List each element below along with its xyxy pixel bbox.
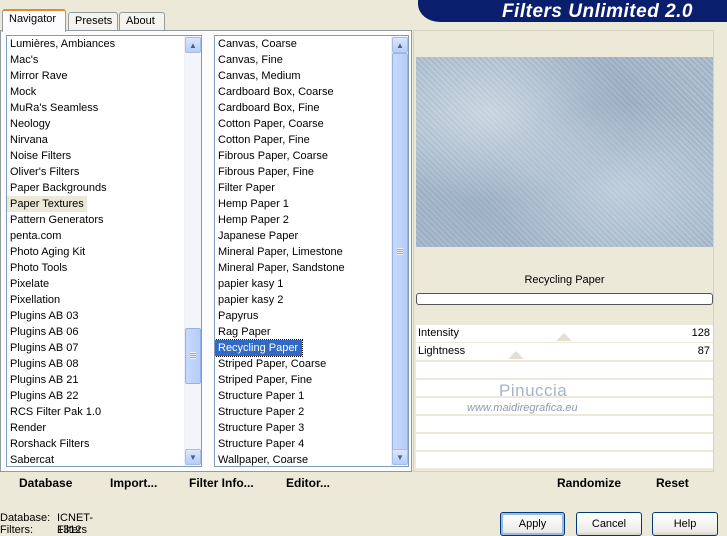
- list-item[interactable]: Rorshack Filters: [7, 436, 201, 452]
- list-item[interactable]: RCS Filter Pak 1.0: [7, 404, 201, 420]
- list-item[interactable]: Canvas, Medium: [215, 68, 408, 84]
- watermark-name: Pinuccia: [499, 381, 568, 400]
- filter-name-label: Recycling Paper: [524, 274, 605, 286]
- category-list[interactable]: Lumières, Ambiances Mac's Mirror Rave Mock M…: [6, 35, 202, 467]
- list-item[interactable]: Hemp Paper 1: [215, 196, 408, 212]
- list-item[interactable]: Photo Tools: [7, 260, 201, 276]
- filter-list[interactable]: Canvas, Coarse Canvas, Fine Canvas, Medium…: [214, 35, 409, 467]
- list-item[interactable]: Plugins AB 21: [7, 372, 201, 388]
- scroll-down-icon[interactable]: ▼: [392, 449, 408, 465]
- list-item[interactable]: MuRa's Seamless: [7, 100, 201, 116]
- list-item[interactable]: Photo Aging Kit: [7, 244, 201, 260]
- filter-scrollbar[interactable]: ▲ ▼: [391, 36, 408, 466]
- param-label: Intensity: [418, 327, 459, 339]
- filter-info-button[interactable]: Filter Info...: [189, 476, 254, 490]
- list-item[interactable]: Hemp Paper 2: [215, 212, 408, 228]
- list-item[interactable]: Recycling Paper: [215, 339, 304, 357]
- list-item[interactable]: Mock: [7, 84, 201, 100]
- param-lightness[interactable]: Lightness 87: [416, 343, 713, 360]
- list-item[interactable]: papier kasy 2: [215, 292, 408, 308]
- list-item[interactable]: Pattern Generators: [7, 212, 201, 228]
- param-slot-empty: [416, 416, 713, 432]
- tab-about[interactable]: About: [119, 12, 165, 31]
- list-item[interactable]: Sabercat: [7, 452, 201, 466]
- category-scroll-thumb[interactable]: [185, 328, 201, 385]
- list-item[interactable]: Mirror Rave: [7, 68, 201, 84]
- apply-button[interactable]: Apply: [500, 512, 565, 536]
- list-item[interactable]: Render: [7, 420, 201, 436]
- list-item[interactable]: Plugins AB 07: [7, 340, 201, 356]
- list-item[interactable]: Mineral Paper, Limestone: [215, 244, 408, 260]
- tab-navigator[interactable]: Navigator: [2, 9, 66, 32]
- category-items: Lumières, Ambiances Mac's Mirror Rave Mock M…: [7, 36, 201, 466]
- filter-scroll-thumb[interactable]: [392, 53, 408, 451]
- list-item[interactable]: Canvas, Coarse: [215, 36, 408, 52]
- list-item[interactable]: Cardboard Box, Coarse: [215, 84, 408, 100]
- scroll-up-icon[interactable]: ▲: [185, 37, 201, 53]
- list-item[interactable]: Cardboard Box, Fine: [215, 100, 408, 116]
- scroll-up-icon[interactable]: ▲: [392, 37, 408, 53]
- category-scrollbar[interactable]: ▲ ▼: [184, 36, 201, 466]
- app-title: Filters Unlimited 2.0: [501, 1, 693, 22]
- list-item[interactable]: Noise Filters: [7, 148, 201, 164]
- list-item[interactable]: Canvas, Fine: [215, 52, 408, 68]
- list-item[interactable]: Striped Paper, Fine: [215, 372, 408, 388]
- cancel-button[interactable]: Cancel: [576, 512, 642, 536]
- progress-bar: [416, 293, 713, 305]
- list-item[interactable]: Structure Paper 3: [215, 420, 408, 436]
- param-slot-empty: [416, 452, 713, 468]
- list-item[interactable]: Pixellation: [7, 292, 201, 308]
- scroll-down-icon[interactable]: ▼: [185, 449, 201, 465]
- import-button[interactable]: Import...: [110, 476, 157, 490]
- list-item[interactable]: Rag Paper: [215, 324, 408, 340]
- param-label: Lightness: [418, 345, 466, 357]
- param-value: 87: [697, 345, 710, 357]
- list-item[interactable]: Plugins AB 03: [7, 308, 201, 324]
- list-item[interactable]: Structure Paper 1: [215, 388, 408, 404]
- watermark-site: www.maidiregrafica.eu: [467, 402, 578, 414]
- help-button[interactable]: Help: [652, 512, 718, 536]
- list-item[interactable]: Plugins AB 06: [7, 324, 201, 340]
- intensity-slider-thumb-icon[interactable]: [556, 333, 572, 341]
- param-value: 128: [691, 327, 710, 339]
- list-item[interactable]: Structure Paper 2: [215, 404, 408, 420]
- list-item[interactable]: Japanese Paper: [215, 228, 408, 244]
- list-item[interactable]: Paper Textures: [7, 196, 87, 212]
- param-slot-empty: [416, 362, 713, 378]
- filter-items: Canvas, Coarse Canvas, Fine Canvas, Medium…: [215, 36, 408, 466]
- list-item[interactable]: Cotton Paper, Fine: [215, 132, 408, 148]
- database-button[interactable]: Database: [19, 476, 72, 490]
- param-slot-empty: [416, 434, 713, 450]
- status-label: Database:: [0, 512, 51, 524]
- list-item[interactable]: penta.com: [7, 228, 201, 244]
- list-item[interactable]: papier kasy 1: [215, 276, 408, 292]
- list-item[interactable]: Plugins AB 08: [7, 356, 201, 372]
- list-item[interactable]: Cotton Paper, Coarse: [215, 116, 408, 132]
- list-item[interactable]: Mac's: [7, 52, 201, 68]
- preview-image: [416, 57, 713, 247]
- list-item[interactable]: Paper Backgrounds: [7, 180, 201, 196]
- lightness-slider-thumb-icon[interactable]: [508, 351, 524, 359]
- list-item[interactable]: Striped Paper, Coarse: [215, 356, 408, 372]
- list-item[interactable]: Mineral Paper, Sandstone: [215, 260, 408, 276]
- editor-button[interactable]: Editor...: [286, 476, 330, 490]
- status-label: Filters:: [0, 524, 33, 536]
- list-item[interactable]: Wallpaper, Coarse: [215, 452, 408, 466]
- list-item[interactable]: Fibrous Paper, Coarse: [215, 148, 408, 164]
- list-item[interactable]: Neology: [7, 116, 201, 132]
- list-item[interactable]: Papyrus: [215, 308, 408, 324]
- tab-presets[interactable]: Presets: [68, 12, 118, 31]
- status-value: 1312: [57, 524, 82, 536]
- reset-button[interactable]: Reset: [656, 476, 689, 490]
- title-banner: Filters Unlimited 2.0: [418, 0, 727, 22]
- list-item[interactable]: Plugins AB 22: [7, 388, 201, 404]
- list-item[interactable]: Structure Paper 4: [215, 436, 408, 452]
- list-item[interactable]: Nirvana: [7, 132, 201, 148]
- randomize-button[interactable]: Randomize: [557, 476, 621, 490]
- list-item[interactable]: Pixelate: [7, 276, 201, 292]
- list-item[interactable]: Lumières, Ambiances: [7, 36, 201, 52]
- list-item[interactable]: Filter Paper: [215, 180, 408, 196]
- list-item[interactable]: Fibrous Paper, Fine: [215, 164, 408, 180]
- list-item[interactable]: Oliver's Filters: [7, 164, 201, 180]
